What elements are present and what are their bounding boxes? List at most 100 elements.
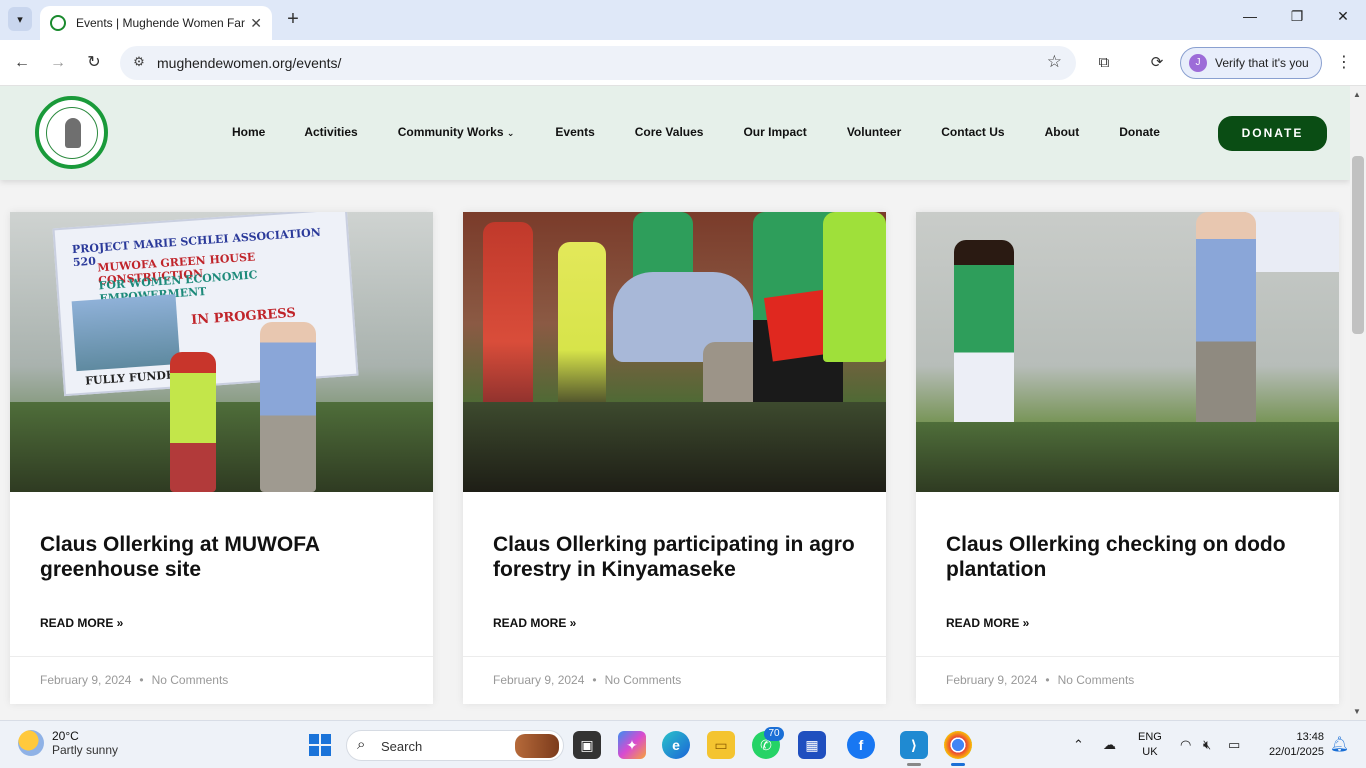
performance-icon[interactable]: ⟳	[1146, 52, 1168, 74]
logo-emblem-icon	[45, 106, 98, 159]
nav-community-works[interactable]: Community Works ⌄	[398, 125, 515, 139]
reload-icon[interactable]: ↻	[82, 51, 106, 75]
site-header: Home Activities Community Works ⌄ Events…	[0, 86, 1350, 180]
post-title[interactable]: Claus Ollerking checking on dodo plantat…	[946, 532, 1326, 582]
photo-person	[170, 352, 216, 492]
notification-bell-icon[interactable]: 🔔︎	[1330, 735, 1349, 753]
nav-events[interactable]: Events	[555, 125, 594, 139]
tab-search-icon[interactable]: ▾	[8, 7, 32, 31]
post-image-greenhouse[interactable]: PROJECT MARIE SCHLEI ASSOCIATION 520 MUW…	[10, 212, 433, 492]
web-page: Home Activities Community Works ⌄ Events…	[0, 86, 1350, 720]
browser-toolbar: ← → ↻ ⚙ mughendewomen.org/events/ ☆ ⧉ ⟳ …	[0, 40, 1366, 86]
facebook-icon[interactable]: f	[847, 731, 875, 759]
nav-volunteer[interactable]: Volunteer	[847, 125, 901, 139]
photo-ground	[10, 402, 433, 492]
site-logo[interactable]	[35, 96, 108, 169]
extensions-icon[interactable]: ⧉	[1093, 52, 1115, 74]
back-icon[interactable]: ←	[10, 51, 34, 75]
nav-core-values[interactable]: Core Values	[635, 125, 704, 139]
scroll-up-icon[interactable]: ▲	[1353, 90, 1361, 99]
tray-overflow-chevron-icon[interactable]: ⌃	[1073, 737, 1084, 753]
photo-person	[483, 222, 533, 422]
post-card: Claus Ollerking checking on dodo plantat…	[916, 212, 1339, 704]
task-view-icon[interactable]: ▣	[573, 731, 601, 759]
post-meta: February 9, 2024 • No Comments	[10, 656, 433, 704]
site-info-icon[interactable]: ⚙	[130, 54, 148, 72]
post-meta: February 9, 2024 • No Comments	[916, 656, 1339, 704]
browser-tab-bar: ▾ Events | Mughende Women Far ✕ + — ❐ ✕	[0, 0, 1366, 40]
copilot-icon[interactable]: ✦	[618, 731, 646, 759]
post-comments[interactable]: No Comments	[1058, 673, 1135, 687]
bookmark-star-icon[interactable]: ☆	[1047, 52, 1062, 72]
photo-person	[823, 212, 886, 362]
tab-close-icon[interactable]: ✕	[250, 15, 262, 32]
post-comments[interactable]: No Comments	[605, 673, 682, 687]
nav-our-impact[interactable]: Our Impact	[743, 125, 806, 139]
language-code: ENG	[1138, 731, 1162, 743]
tab-title: Events | Mughende Women Far	[76, 16, 245, 30]
photo-person	[558, 242, 606, 422]
photo-person	[260, 322, 316, 492]
post-comments[interactable]: No Comments	[152, 673, 229, 687]
chrome-active-indicator	[951, 763, 965, 766]
donate-button[interactable]: DONATE	[1218, 116, 1327, 151]
language-indicator[interactable]: ENG UK	[1138, 730, 1162, 760]
nav-contact-us[interactable]: Contact Us	[941, 125, 1004, 139]
new-tab-icon[interactable]: +	[282, 8, 304, 30]
photo-sign	[1246, 212, 1339, 272]
store-icon[interactable]: ▦	[798, 731, 826, 759]
system-clock[interactable]: 13:48 22/01/2025	[1258, 730, 1324, 760]
taskbar-search[interactable]: ⌕ Search	[346, 730, 564, 761]
scroll-down-icon[interactable]: ▼	[1353, 707, 1361, 716]
address-bar[interactable]: ⚙ mughendewomen.org/events/ ☆	[120, 46, 1076, 80]
weather-condition: Partly sunny	[52, 743, 119, 757]
keyboard-layout: UK	[1142, 746, 1158, 758]
profile-avatar: J	[1189, 54, 1207, 72]
page-scrollbar[interactable]: ▲ ▼	[1350, 86, 1366, 720]
post-title[interactable]: Claus Ollerking participating in agro fo…	[493, 532, 873, 582]
banner-photo	[71, 294, 181, 372]
post-date: February 9, 2024	[946, 673, 1038, 687]
restore-icon[interactable]: ❐	[1285, 8, 1309, 32]
chrome-icon[interactable]	[944, 731, 972, 759]
whatsapp-badge: 70	[764, 727, 784, 741]
post-date: February 9, 2024	[493, 673, 585, 687]
nav-community-works-label: Community Works	[397, 125, 504, 139]
clock-date: 22/01/2025	[1268, 746, 1324, 758]
url-text[interactable]: mughendewomen.org/events/	[157, 55, 341, 71]
browser-tab-events[interactable]: Events | Mughende Women Far ✕	[40, 6, 272, 40]
main-nav: Home Activities Community Works ⌄ Events…	[232, 125, 1160, 139]
nav-activities[interactable]: Activities	[304, 125, 357, 139]
vscode-icon[interactable]: ⟩	[900, 731, 928, 759]
menu-icon[interactable]: ⋮	[1334, 52, 1354, 72]
read-more-link[interactable]: READ MORE »	[493, 616, 576, 630]
nav-home[interactable]: Home	[232, 125, 265, 139]
edge-icon[interactable]: e	[662, 731, 690, 759]
chevron-down-icon: ⌄	[506, 128, 515, 138]
nav-about[interactable]: About	[1045, 125, 1080, 139]
post-date: February 9, 2024	[40, 673, 132, 687]
clock-time: 13:48	[1296, 731, 1324, 743]
read-more-link[interactable]: READ MORE »	[40, 616, 123, 630]
window-close-icon[interactable]: ✕	[1331, 8, 1355, 32]
nav-donate[interactable]: Donate	[1119, 125, 1160, 139]
start-windows-icon[interactable]	[306, 731, 334, 759]
wifi-icon[interactable]: ◠	[1180, 737, 1191, 753]
post-meta: February 9, 2024 • No Comments	[463, 656, 886, 704]
post-image-dodo[interactable]	[916, 212, 1339, 492]
onedrive-offline-icon[interactable]: ☁	[1103, 737, 1116, 753]
read-more-link[interactable]: READ MORE »	[946, 616, 1029, 630]
minimize-icon[interactable]: —	[1238, 8, 1262, 32]
weather-widget[interactable]: 20°C Partly sunny	[18, 729, 118, 757]
post-image-agroforestry[interactable]	[463, 212, 886, 492]
verify-label: Verify that it's you	[1215, 56, 1309, 70]
file-explorer-icon[interactable]: ▭	[707, 731, 735, 759]
scrollbar-thumb[interactable]	[1352, 156, 1364, 334]
site-favicon-icon	[50, 15, 66, 31]
post-title[interactable]: Claus Ollerking at MUWOFA greenhouse sit…	[40, 532, 420, 582]
verify-identity-button[interactable]: J Verify that it's you	[1180, 47, 1322, 79]
forward-icon[interactable]: →	[46, 51, 70, 75]
search-icon: ⌕	[357, 736, 366, 753]
battery-icon[interactable]: ▭	[1228, 737, 1240, 753]
volume-muted-icon[interactable]: 🔇︎	[1203, 737, 1211, 753]
